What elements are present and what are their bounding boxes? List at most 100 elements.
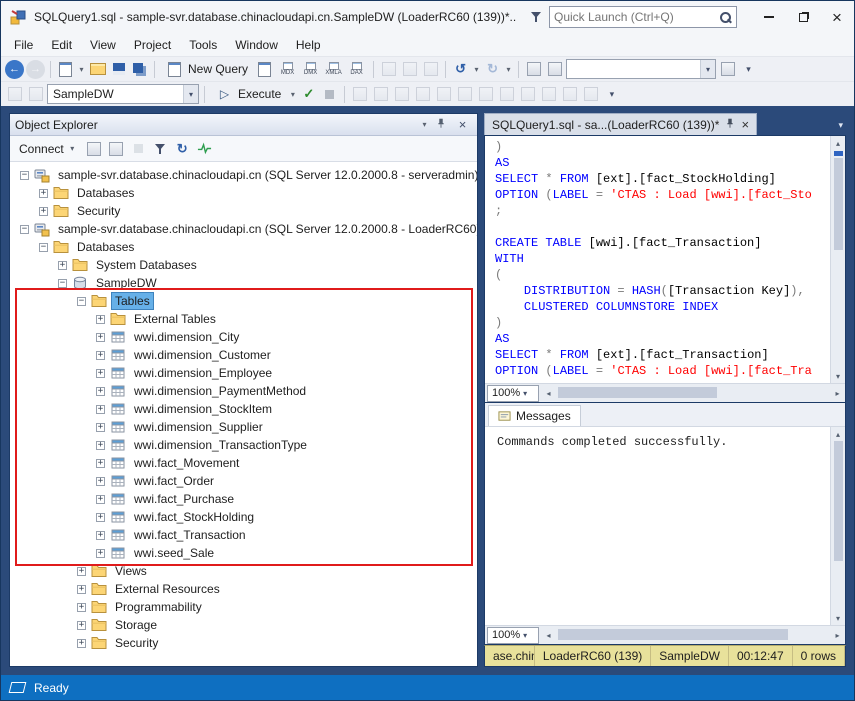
copy-icon[interactable] bbox=[400, 60, 419, 79]
collapse-icon[interactable]: − bbox=[77, 297, 86, 306]
tree-item-sample-svr-database-chinacloudapi-cn-sql-ser[interactable]: −sample-svr.database.chinacloudapi.cn (S… bbox=[10, 220, 477, 238]
paste-icon[interactable] bbox=[421, 60, 440, 79]
close-panel-icon[interactable] bbox=[453, 115, 472, 134]
expand-icon[interactable]: + bbox=[96, 315, 105, 324]
expand-icon[interactable]: + bbox=[96, 459, 105, 468]
sql-code[interactable]: )ASSELECT * FROM [ext].[fact_StockHoldin… bbox=[485, 136, 830, 383]
tree-item-wwi-fact-purchase[interactable]: +wwi.fact_Purchase bbox=[10, 490, 477, 508]
tree-item-wwi-dimension-transactiontype[interactable]: +wwi.dimension_TransactionType bbox=[10, 436, 477, 454]
tree-item-wwi-fact-transaction[interactable]: +wwi.fact_Transaction bbox=[10, 526, 477, 544]
tree-item-external-tables[interactable]: +External Tables bbox=[10, 310, 477, 328]
tree-item-wwi-dimension-employee[interactable]: +wwi.dimension_Employee bbox=[10, 364, 477, 382]
editor-tab[interactable]: SQLQuery1.sql - sa...(LoaderRC60 (139))* bbox=[484, 113, 757, 135]
undo-icon[interactable] bbox=[451, 60, 470, 79]
window-position-icon[interactable] bbox=[420, 115, 429, 134]
scrollbar-thumb[interactable] bbox=[558, 387, 717, 398]
scrollbar-thumb[interactable] bbox=[834, 158, 843, 250]
debug-icon[interactable] bbox=[5, 85, 24, 104]
filter-icon[interactable] bbox=[151, 139, 170, 158]
save-icon[interactable] bbox=[109, 60, 128, 79]
tree-item-wwi-dimension-supplier[interactable]: +wwi.dimension_Supplier bbox=[10, 418, 477, 436]
dmx-query-icon[interactable]: DMX bbox=[299, 60, 322, 79]
tree-item-databases[interactable]: −Databases bbox=[10, 238, 477, 256]
editor-zoom-combobox[interactable]: 100% bbox=[487, 385, 539, 402]
results-to-file-icon[interactable] bbox=[497, 85, 516, 104]
expand-icon[interactable]: + bbox=[96, 441, 105, 450]
restore-button[interactable] bbox=[786, 3, 820, 31]
expand-icon[interactable]: + bbox=[77, 639, 86, 648]
pin-icon[interactable] bbox=[724, 117, 736, 132]
database-diagram-icon[interactable] bbox=[524, 60, 543, 79]
expand-icon[interactable]: + bbox=[77, 585, 86, 594]
expand-icon[interactable]: + bbox=[96, 351, 105, 360]
include-actual-plan-icon[interactable] bbox=[413, 85, 432, 104]
expand-icon[interactable]: + bbox=[96, 495, 105, 504]
messages-zoom-combobox[interactable]: 100% bbox=[487, 627, 539, 644]
tree-item-external-resources[interactable]: +External Resources bbox=[10, 580, 477, 598]
results-to-text-icon[interactable] bbox=[455, 85, 474, 104]
scroll-up-icon[interactable]: ▴ bbox=[836, 427, 840, 441]
scrollbar-thumb[interactable] bbox=[834, 441, 843, 561]
expand-icon[interactable]: + bbox=[96, 477, 105, 486]
expand-icon[interactable]: + bbox=[96, 531, 105, 540]
menu-edit[interactable]: Edit bbox=[42, 35, 81, 55]
tree-item-programmability[interactable]: +Programmability bbox=[10, 598, 477, 616]
scroll-down-icon[interactable]: ▾ bbox=[836, 369, 840, 383]
cut-icon[interactable] bbox=[379, 60, 398, 79]
tree-item-wwi-fact-movement[interactable]: +wwi.fact_Movement bbox=[10, 454, 477, 472]
tree-item-wwi-dimension-stockitem[interactable]: +wwi.dimension_StockItem bbox=[10, 400, 477, 418]
find-icon[interactable] bbox=[718, 60, 737, 79]
menu-help[interactable]: Help bbox=[287, 35, 330, 55]
collapse-icon[interactable]: − bbox=[58, 279, 67, 288]
expand-icon[interactable]: + bbox=[77, 621, 86, 630]
toolbar-combobox[interactable] bbox=[566, 59, 716, 79]
cancel-query-icon[interactable] bbox=[350, 85, 369, 104]
results-to-grid-icon[interactable] bbox=[476, 85, 495, 104]
query-options-icon[interactable] bbox=[371, 85, 390, 104]
expand-icon[interactable]: + bbox=[96, 369, 105, 378]
menu-file[interactable]: File bbox=[5, 35, 42, 55]
messages-hscroll-track[interactable] bbox=[556, 626, 830, 644]
undo-dropdown-icon[interactable] bbox=[472, 60, 481, 79]
tree-item-wwi-dimension-customer[interactable]: +wwi.dimension_Customer bbox=[10, 346, 477, 364]
scrollbar-thumb[interactable] bbox=[558, 629, 788, 640]
messages-tab[interactable]: Messages bbox=[488, 405, 581, 426]
menu-tools[interactable]: Tools bbox=[180, 35, 226, 55]
code-hscroll-track[interactable] bbox=[556, 384, 830, 402]
new-project-icon[interactable] bbox=[56, 60, 75, 79]
collapse-icon[interactable]: − bbox=[39, 243, 48, 252]
scroll-left-icon[interactable]: ◂ bbox=[541, 631, 556, 640]
notifications-flag-icon[interactable] bbox=[530, 11, 542, 23]
navigate-forward-icon[interactable] bbox=[26, 60, 45, 79]
tree-item-wwi-fact-stockholding[interactable]: +wwi.fact_StockHolding bbox=[10, 508, 477, 526]
menu-view[interactable]: View bbox=[81, 35, 125, 55]
expand-icon[interactable]: + bbox=[39, 207, 48, 216]
save-all-icon[interactable] bbox=[130, 60, 149, 79]
expand-icon[interactable]: + bbox=[96, 333, 105, 342]
quick-launch-box[interactable] bbox=[549, 6, 737, 28]
expand-icon[interactable]: + bbox=[96, 423, 105, 432]
stop-icon[interactable] bbox=[320, 85, 339, 104]
scroll-left-icon[interactable]: ◂ bbox=[541, 389, 556, 398]
toolbar-overflow-icon[interactable] bbox=[739, 60, 758, 79]
close-tab-icon[interactable] bbox=[741, 118, 749, 132]
parse-icon[interactable] bbox=[299, 85, 318, 104]
database-engine-query-icon[interactable] bbox=[255, 60, 274, 79]
activity-monitor-icon[interactable] bbox=[195, 139, 214, 158]
chevron-down-icon[interactable] bbox=[183, 85, 198, 103]
messages-vertical-scrollbar[interactable]: ▴ ▾ bbox=[830, 427, 845, 625]
disconnect-plug-icon[interactable] bbox=[107, 139, 126, 158]
redo-icon[interactable] bbox=[483, 60, 502, 79]
close-button[interactable] bbox=[820, 3, 854, 31]
menu-window[interactable]: Window bbox=[226, 35, 287, 55]
activity-monitor-icon[interactable] bbox=[545, 60, 564, 79]
quick-launch-input[interactable] bbox=[554, 10, 719, 24]
execute-dropdown-icon[interactable] bbox=[288, 85, 297, 104]
dax-query-icon[interactable]: DAX bbox=[345, 60, 368, 79]
execute-button[interactable]: Execute bbox=[210, 84, 286, 105]
redo-dropdown-icon[interactable] bbox=[504, 60, 513, 79]
tree-item-sample-svr-database-chinacloudapi-cn-sql-ser[interactable]: −sample-svr.database.chinacloudapi.cn (S… bbox=[10, 166, 477, 184]
navigate-back-icon[interactable] bbox=[5, 60, 24, 79]
toolbar-overflow-icon[interactable] bbox=[602, 85, 621, 104]
comment-out-icon[interactable] bbox=[518, 85, 537, 104]
